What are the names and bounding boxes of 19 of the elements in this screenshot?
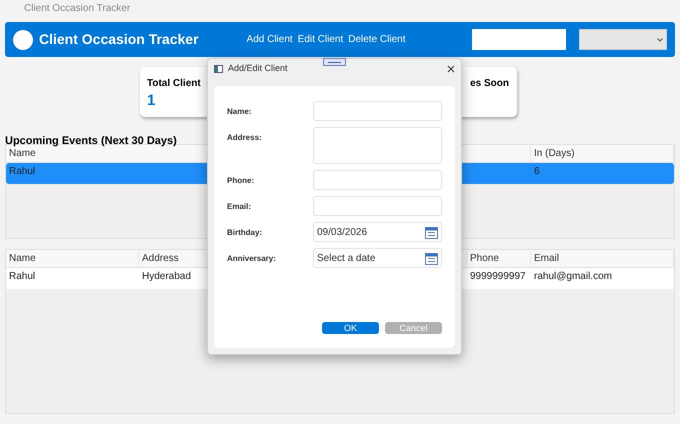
app-title: Client Occasion Tracker: [39, 30, 199, 49]
section-title: Upcoming Events (Next 30 Days): [5, 135, 177, 147]
field-label: Email:: [227, 201, 252, 213]
table-cell-text: rahul@gmail.com: [534, 270, 612, 284]
field-label: Phone:: [227, 175, 254, 187]
field-label: Anniversary:: [227, 253, 276, 265]
table-cell-text: Hyderabad: [142, 270, 191, 284]
table-cell-text: 9999999997: [470, 270, 526, 284]
window-title: Client Occasion Tracker: [24, 2, 130, 16]
field-label: Name:: [227, 106, 252, 118]
dialog-title: Add/Edit Client: [228, 62, 288, 76]
card-label: es Soon: [470, 77, 509, 91]
card-value: 1: [147, 93, 156, 108]
card-label: Total Client: [147, 77, 202, 91]
table-cell-text: Rahul: [9, 270, 36, 284]
table-cell-text: Rahul: [9, 165, 36, 179]
table-cell-text: 6: [534, 165, 540, 179]
field-label: Address:: [227, 132, 262, 144]
field-label: Birthday:: [227, 227, 262, 239]
